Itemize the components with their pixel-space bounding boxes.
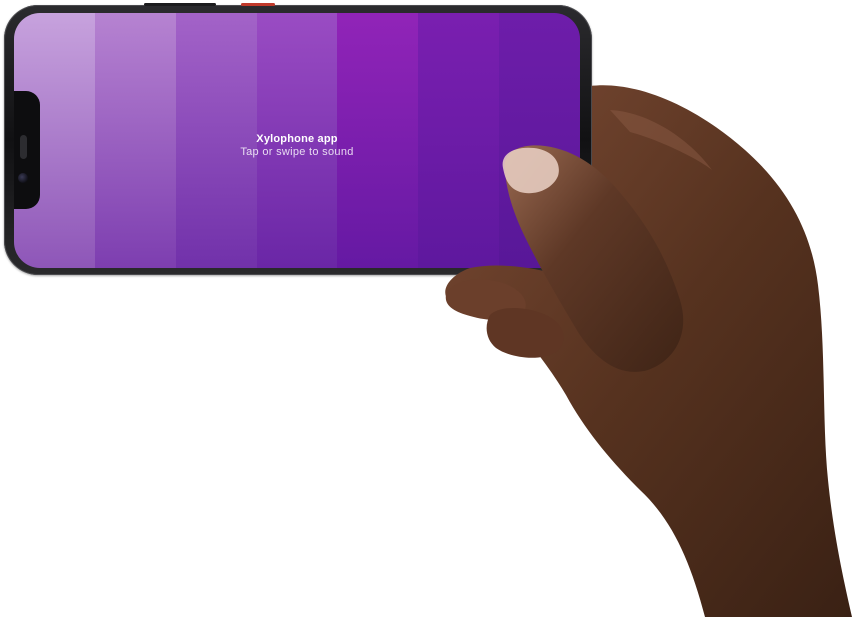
screen-notch [14, 91, 40, 209]
volume-button [144, 3, 216, 6]
phone-device: Xylophone app Tap or swipe to sound [4, 3, 592, 275]
xylophone-key-7[interactable] [499, 13, 580, 268]
xylophone-key-3[interactable] [175, 13, 257, 268]
xylophone-key-4[interactable] [256, 13, 338, 268]
xylophone-screen: Xylophone app Tap or swipe to sound [14, 13, 580, 268]
xylophone-key-6[interactable] [418, 13, 500, 268]
power-button [241, 3, 275, 6]
xylophone-key-5[interactable] [337, 13, 419, 268]
xylophone-key-2[interactable] [94, 13, 176, 268]
front-camera-icon [18, 173, 28, 183]
speaker-grille-icon [20, 135, 27, 159]
